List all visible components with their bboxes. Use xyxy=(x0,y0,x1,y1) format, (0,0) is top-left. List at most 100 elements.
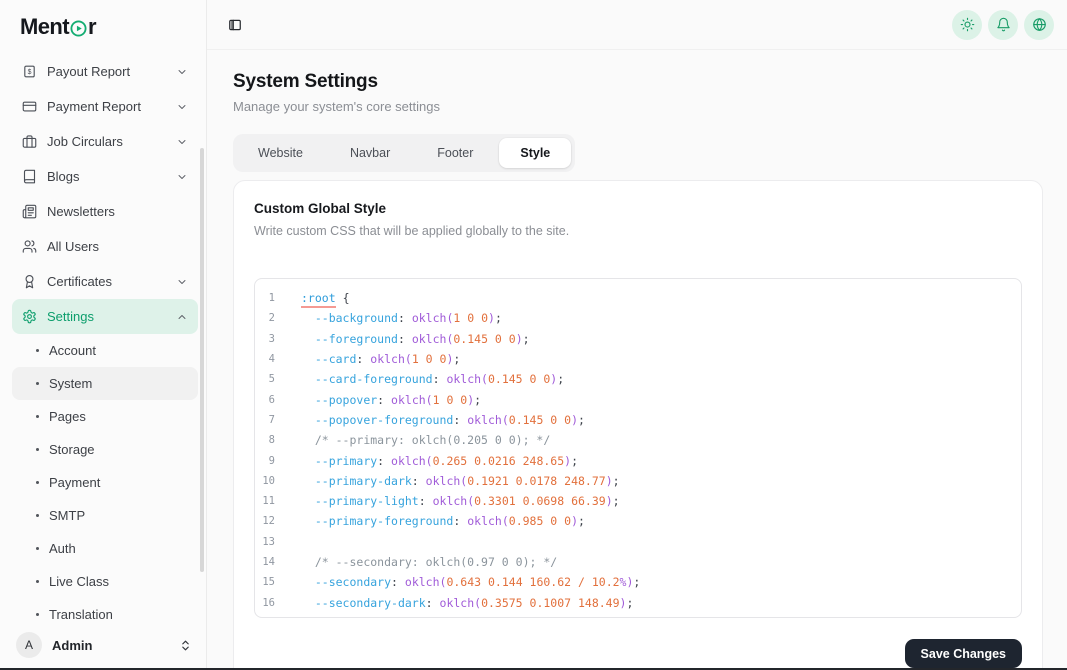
globe-icon xyxy=(1032,17,1047,32)
bullet-dot-icon xyxy=(36,613,39,616)
sun-button[interactable] xyxy=(952,10,982,40)
sidebar-subitem-label: Payment xyxy=(49,475,100,490)
save-changes-button[interactable]: Save Changes xyxy=(905,639,1022,668)
sidebar-item-certificates[interactable]: Certificates xyxy=(12,264,198,299)
line-number: 13 xyxy=(255,536,275,548)
credit-card-icon xyxy=(22,99,37,114)
username-label: Admin xyxy=(52,638,92,653)
line-number: 15 xyxy=(255,576,275,588)
globe-button[interactable] xyxy=(1024,10,1054,40)
code-line: 8 /* --primary: oklch(0.205 0 0); */ xyxy=(255,430,1021,450)
line-number: 1 xyxy=(255,292,275,304)
code-line-text: --popover: oklch(1 0 0); xyxy=(275,393,481,407)
page-subtitle: Manage your system's core settings xyxy=(233,99,1043,114)
settings-tabs: WebsiteNavbarFooterStyle xyxy=(233,134,575,172)
avatar: A xyxy=(16,632,42,658)
play-circle-icon xyxy=(70,20,87,37)
sidebar-subitem-system[interactable]: System xyxy=(12,367,198,400)
sidebar-item-label: Settings xyxy=(47,309,94,324)
sidebar-subitem-pages[interactable]: Pages xyxy=(12,400,198,433)
sidebar-subitem-smtp[interactable]: SMTP xyxy=(12,499,198,532)
code-line-text: --foreground: oklch(0.145 0 0); xyxy=(275,332,530,346)
chevron-up-icon xyxy=(176,311,188,323)
card-title: Custom Global Style xyxy=(254,201,1022,216)
code-line: 13 xyxy=(255,532,1021,552)
chevron-down-icon xyxy=(176,136,188,148)
users-icon xyxy=(22,239,37,254)
sidebar-footer[interactable]: A Admin xyxy=(0,620,206,670)
code-line: 9 --primary: oklch(0.265 0.0216 248.65); xyxy=(255,450,1021,470)
css-code-editor[interactable]: 1:root {2 --background: oklch(1 0 0);3 -… xyxy=(254,278,1022,618)
sidebar-subitem-account[interactable]: Account xyxy=(12,334,198,367)
line-number: 7 xyxy=(255,414,275,426)
sidebar-subitem-label: Auth xyxy=(49,541,76,556)
code-line: 17 --secondary-light: oklch(0.88 0.09 15… xyxy=(255,613,1021,618)
code-line: 7 --popover-foreground: oklch(0.145 0 0)… xyxy=(255,410,1021,430)
code-line-text: --secondary: oklch(0.643 0.144 160.62 / … xyxy=(275,575,640,589)
bullet-dot-icon xyxy=(36,580,39,583)
sidebar-subitem-label: SMTP xyxy=(49,508,85,523)
logo-text-after: r xyxy=(88,14,96,40)
card-subtitle: Write custom CSS that will be applied gl… xyxy=(254,224,1022,238)
tab-style[interactable]: Style xyxy=(499,138,571,168)
bullet-dot-icon xyxy=(36,514,39,517)
line-number: 14 xyxy=(255,556,275,568)
code-line: 5 --card-foreground: oklch(0.145 0 0); xyxy=(255,369,1021,389)
sidebar-subitem-payment[interactable]: Payment xyxy=(12,466,198,499)
bullet-dot-icon xyxy=(36,448,39,451)
sidebar-subitem-auth[interactable]: Auth xyxy=(12,532,198,565)
code-line: 2 --background: oklch(1 0 0); xyxy=(255,308,1021,328)
code-line-text: /* --secondary: oklch(0.97 0 0); */ xyxy=(275,555,557,569)
chevron-down-icon xyxy=(176,171,188,183)
tab-website[interactable]: Website xyxy=(237,138,324,168)
sidebar-subitem-label: System xyxy=(49,376,92,391)
code-line-text: /* --primary: oklch(0.205 0 0); */ xyxy=(275,433,550,447)
sidebar-item-label: All Users xyxy=(47,239,99,254)
sidebar-item-all-users[interactable]: All Users xyxy=(12,229,198,264)
line-number: 8 xyxy=(255,434,275,446)
sidebar-item-newsletters[interactable]: Newsletters xyxy=(12,194,198,229)
code-line: 3 --foreground: oklch(0.145 0 0); xyxy=(255,329,1021,349)
line-number: 12 xyxy=(255,515,275,527)
sidebar-item-payout-report[interactable]: $Payout Report xyxy=(12,54,198,89)
bell-icon xyxy=(996,17,1011,32)
code-line-text: --primary: oklch(0.265 0.0216 248.65); xyxy=(275,454,578,468)
sidebar: Ment r $Payout ReportPayment ReportJob C… xyxy=(0,0,207,670)
code-line: 1:root { xyxy=(255,288,1021,308)
sidebar-item-blogs[interactable]: Blogs xyxy=(12,159,198,194)
code-line: 15 --secondary: oklch(0.643 0.144 160.62… xyxy=(255,572,1021,592)
sidebar-item-payment-report[interactable]: Payment Report xyxy=(12,89,198,124)
sidebar-subitem-storage[interactable]: Storage xyxy=(12,433,198,466)
code-line: 10 --primary-dark: oklch(0.1921 0.0178 2… xyxy=(255,471,1021,491)
award-icon xyxy=(22,274,37,289)
line-number: 11 xyxy=(255,495,275,507)
sidebar-scrollbar[interactable] xyxy=(200,148,204,572)
code-line-text: --secondary-dark: oklch(0.3575 0.1007 14… xyxy=(275,596,633,610)
bullet-dot-icon xyxy=(36,481,39,484)
sidebar-subitem-label: Translation xyxy=(49,607,113,620)
gear-icon xyxy=(22,309,37,324)
sidebar-subitem-translation[interactable]: Translation xyxy=(12,598,198,620)
sidebar-subitem-live-class[interactable]: Live Class xyxy=(12,565,198,598)
banknote-icon: $ xyxy=(22,64,37,79)
book-icon xyxy=(22,169,37,184)
sidebar-item-label: Blogs xyxy=(47,169,80,184)
tab-footer[interactable]: Footer xyxy=(416,138,494,168)
panel-left-icon[interactable] xyxy=(222,12,248,38)
chevron-down-icon xyxy=(176,101,188,113)
line-number: 17 xyxy=(255,617,275,618)
sidebar-item-job-circulars[interactable]: Job Circulars xyxy=(12,124,198,159)
sidebar-subitem-label: Account xyxy=(49,343,96,358)
sidebar-item-settings[interactable]: Settings xyxy=(12,299,198,334)
line-number: 6 xyxy=(255,394,275,406)
chevron-down-icon xyxy=(176,66,188,78)
bullet-dot-icon xyxy=(36,349,39,352)
code-line-text: --primary-foreground: oklch(0.985 0 0); xyxy=(275,514,585,528)
bell-button[interactable] xyxy=(988,10,1018,40)
sidebar-item-label: Newsletters xyxy=(47,204,115,219)
code-line-text: :root { xyxy=(275,291,350,305)
sidebar-item-label: Payment Report xyxy=(47,99,141,114)
code-line: 12 --primary-foreground: oklch(0.985 0 0… xyxy=(255,511,1021,531)
tab-navbar[interactable]: Navbar xyxy=(329,138,411,168)
sidebar-subitem-label: Live Class xyxy=(49,574,109,589)
